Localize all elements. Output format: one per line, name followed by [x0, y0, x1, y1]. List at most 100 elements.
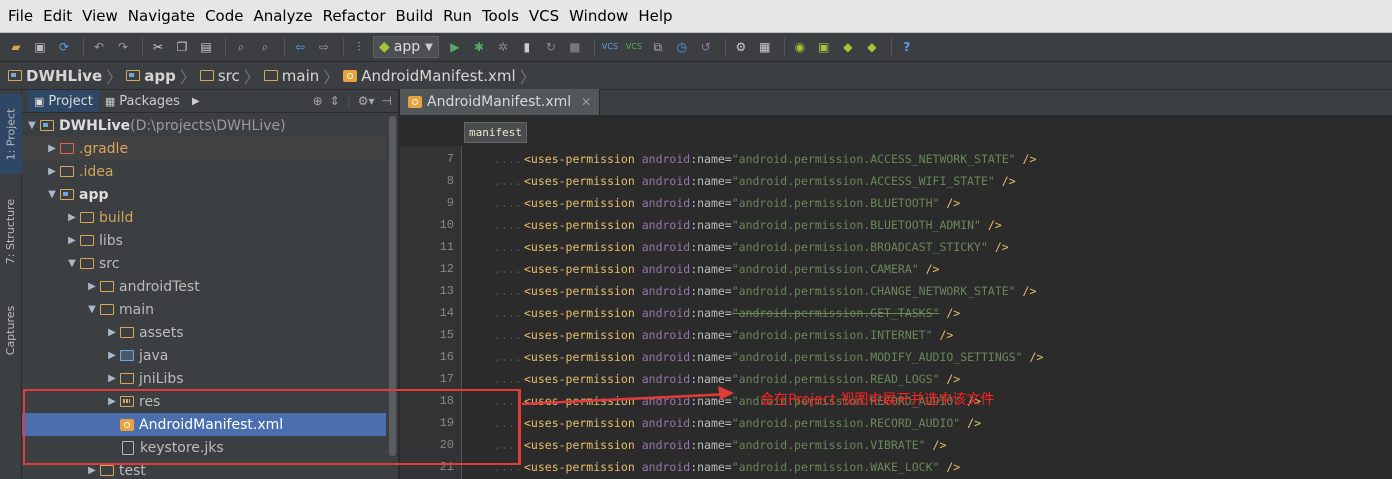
tree-item-main[interactable]: ▼ main: [22, 298, 386, 321]
code-line[interactable]: 15.... <uses-permission android:name= "and…: [400, 324, 1392, 346]
chevron-right-icon[interactable]: ▶: [84, 465, 100, 476]
avd-manager-icon[interactable]: ◆: [838, 37, 858, 57]
tree-item-gradle[interactable]: ▶ .gradle: [22, 137, 386, 160]
tab-captures-tool[interactable]: Captures: [0, 292, 22, 368]
code-line[interactable]: 12.... <uses-permission android:name= "and…: [400, 258, 1392, 280]
coverage-icon[interactable]: ▮: [517, 37, 537, 57]
tree-item-assets[interactable]: ▶ assets: [22, 321, 386, 344]
menu-window[interactable]: Window: [565, 7, 632, 25]
breadcrumb-item-manifest[interactable]: AndroidManifest.xml: [343, 67, 516, 85]
chevron-down-icon[interactable]: ▼: [24, 120, 40, 131]
help-icon[interactable]: ?: [897, 37, 917, 57]
copy-icon[interactable]: ❐: [172, 37, 192, 57]
sync-icon[interactable]: ⟳: [54, 37, 74, 57]
chevron-down-icon[interactable]: ▼: [44, 189, 60, 200]
menu-vcs[interactable]: VCS: [525, 7, 563, 25]
chevron-right-icon[interactable]: ▶: [104, 327, 120, 338]
rerun-icon[interactable]: ↻: [541, 37, 561, 57]
code-line[interactable]: 14.... <uses-permission android:name= "and…: [400, 302, 1392, 324]
find-icon[interactable]: ⌕: [231, 37, 251, 57]
vcs-compare-icon[interactable]: ⧉: [648, 37, 668, 57]
settings-icon[interactable]: ⚙: [731, 37, 751, 57]
tree-item-app[interactable]: ▼ app: [22, 183, 386, 206]
tree-item-idea[interactable]: ▶ .idea: [22, 160, 386, 183]
chevron-right-icon[interactable]: ▶: [44, 143, 60, 154]
tab-project-tool[interactable]: 1: Project: [0, 94, 22, 174]
collapse-all-icon[interactable]: ⇕: [330, 94, 340, 108]
menu-help[interactable]: Help: [634, 7, 676, 25]
tab-packages-view[interactable]: ▦ Packages: [99, 90, 186, 112]
tab-project-view[interactable]: ▣ Project: [28, 90, 99, 112]
vcs-commit-icon[interactable]: VCS: [624, 37, 644, 57]
code-line[interactable]: 10.... <uses-permission android:name= "and…: [400, 214, 1392, 236]
menu-code[interactable]: Code: [201, 7, 247, 25]
chevron-right-icon[interactable]: ▶: [104, 350, 120, 361]
android-icon[interactable]: ◆: [862, 37, 882, 57]
tree-item-androidtest[interactable]: ▶ androidTest: [22, 275, 386, 298]
breadcrumb-item-src[interactable]: src: [199, 67, 240, 85]
android-monitor-icon[interactable]: ◉: [790, 37, 810, 57]
undo-icon[interactable]: ↶: [89, 37, 109, 57]
forward-icon[interactable]: ⇨: [314, 37, 334, 57]
code-line[interactable]: 21.... <uses-permission android:name= "and…: [400, 456, 1392, 478]
tree-item-libs[interactable]: ▶ libs: [22, 229, 386, 252]
tree-item-src[interactable]: ▼ src: [22, 252, 386, 275]
code-line[interactable]: 9.... <uses-permission android:name= "andr…: [400, 192, 1392, 214]
project-structure-icon[interactable]: ▦: [755, 37, 775, 57]
run-config-select[interactable]: ◆ app ▼: [373, 36, 439, 58]
attach-debugger-icon[interactable]: ✲: [493, 37, 513, 57]
menu-navigate[interactable]: Navigate: [124, 7, 199, 25]
code-line[interactable]: 8.... <uses-permission android:name= "andr…: [400, 170, 1392, 192]
code-line[interactable]: 19.... <uses-permission android:name= "and…: [400, 412, 1392, 434]
vcs-update-icon[interactable]: VCS: [600, 37, 620, 57]
menu-run[interactable]: Run: [439, 7, 476, 25]
menu-edit[interactable]: Edit: [39, 7, 76, 25]
sdk-manager-icon[interactable]: ▣: [814, 37, 834, 57]
save-icon[interactable]: ▣: [30, 37, 50, 57]
replace-icon[interactable]: ⌕: [255, 37, 275, 57]
close-icon[interactable]: ✕: [581, 95, 591, 109]
menu-file[interactable]: File: [4, 7, 37, 25]
code-line[interactable]: 20.... <uses-permission android:name= "and…: [400, 434, 1392, 456]
tree-item-jnilibs[interactable]: ▶ jniLibs: [22, 367, 386, 390]
code-line[interactable]: 13.... <uses-permission android:name= "and…: [400, 280, 1392, 302]
menu-view[interactable]: View: [78, 7, 122, 25]
paste-icon[interactable]: ▤: [196, 37, 216, 57]
code-line[interactable]: 7.... <uses-permission android:name= "andr…: [400, 148, 1392, 170]
stop-icon[interactable]: ■: [565, 37, 585, 57]
chevron-right-icon[interactable]: ▶: [64, 235, 80, 246]
cut-icon[interactable]: ✂: [148, 37, 168, 57]
chevron-down-icon[interactable]: ▼: [64, 258, 80, 269]
run-icon[interactable]: ▶: [445, 37, 465, 57]
editor-tab-androidmanifest[interactable]: AndroidManifest.xml ✕: [400, 89, 601, 115]
back-icon[interactable]: ⇦: [290, 37, 310, 57]
breadcrumb-item-app[interactable]: app: [126, 67, 176, 85]
chevron-right-icon[interactable]: ▶: [104, 373, 120, 384]
gear-icon[interactable]: ⚙▾: [358, 94, 375, 108]
breadcrumb-item-main[interactable]: main: [263, 67, 319, 85]
vcs-history-icon[interactable]: ◷: [672, 37, 692, 57]
chevron-down-icon[interactable]: ▼: [84, 304, 100, 315]
tree-item-java[interactable]: ▶ java: [22, 344, 386, 367]
xml-breadcrumb[interactable]: manifest: [464, 122, 527, 143]
menu-refactor[interactable]: Refactor: [319, 7, 390, 25]
tab-structure-tool[interactable]: 7: Structure: [0, 186, 22, 276]
tree-item-dwhlive[interactable]: ▼ DWHLive (D:\projects\DWHLive): [22, 114, 386, 137]
menu-build[interactable]: Build: [392, 7, 438, 25]
menu-analyze[interactable]: Analyze: [249, 7, 316, 25]
open-icon[interactable]: ▰: [6, 37, 26, 57]
chevron-right-icon[interactable]: ▶: [44, 166, 60, 177]
more-views-arrow-icon[interactable]: ▶: [186, 90, 206, 112]
chevron-right-icon[interactable]: ▶: [64, 212, 80, 223]
chevron-right-icon[interactable]: ▶: [84, 281, 100, 292]
vcs-revert-icon[interactable]: ↺: [696, 37, 716, 57]
tree-item-build[interactable]: ▶ build: [22, 206, 386, 229]
menu-tools[interactable]: Tools: [478, 7, 523, 25]
code-line[interactable]: 11.... <uses-permission android:name= "and…: [400, 236, 1392, 258]
debug-icon[interactable]: ✱: [469, 37, 489, 57]
make-icon[interactable]: ⫶: [349, 37, 369, 57]
breadcrumb-item-project[interactable]: DWHLive: [8, 67, 102, 85]
redo-icon[interactable]: ↷: [113, 37, 133, 57]
scroll-from-source-icon[interactable]: ⊕: [313, 94, 323, 108]
code-line[interactable]: 16.... <uses-permission android:name= "and…: [400, 346, 1392, 368]
